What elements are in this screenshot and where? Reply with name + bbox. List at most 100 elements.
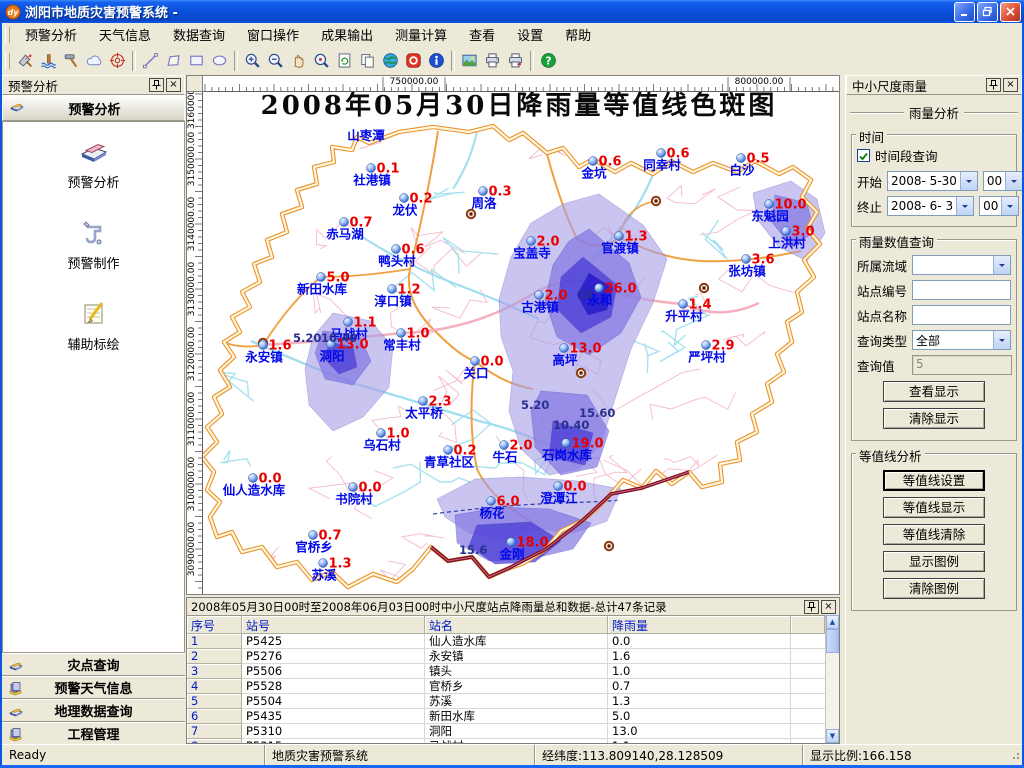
table-row[interactable]: 6P5435新田水库5.0 [187,709,825,724]
menu-bar: 预警分析天气信息数据查询窗口操作成果输出测量计算查看设置帮助 [2,23,1022,47]
menu-item[interactable]: 成果输出 [310,23,384,46]
close-icon[interactable]: × [821,600,836,614]
export-image-icon[interactable] [458,50,481,72]
menu-item[interactable]: 测量计算 [384,23,458,46]
time-group-label: 时间 [856,127,887,146]
end-hour-combo[interactable]: 00 [979,196,1019,216]
table-row[interactable]: 7P5310洞阳13.0 [187,724,825,739]
copy-icon[interactable] [356,50,379,72]
station-id-input[interactable] [912,280,1011,300]
table-cell: P5310 [242,724,425,739]
basin-combo[interactable] [912,255,1011,275]
stop-icon[interactable] [402,50,425,72]
column-header[interactable]: 降雨量 [608,616,791,634]
table-row[interactable]: 4P5528官桥乡0.7 [187,679,825,694]
menu-item[interactable]: 预警分析 [14,23,88,46]
warning-analysis-icon[interactable] [14,50,37,72]
left-panel-group-header[interactable]: 预警分析 [2,95,185,121]
menu-item[interactable]: 窗口操作 [236,23,310,46]
globe-icon[interactable] [379,50,402,72]
chevron-down-icon[interactable] [993,256,1010,274]
clear-display-button[interactable]: 清除显示 [883,408,985,429]
contour-group-label: 等值线分析 [856,446,925,465]
help-icon[interactable]: ? [537,50,560,72]
table-row[interactable]: 2P5276永安镇1.6 [187,649,825,664]
start-hour-combo[interactable]: 00 [983,171,1023,191]
print-preview-icon[interactable] [504,50,527,72]
toolbar-grip[interactable] [5,53,10,69]
toolbar-separator [132,51,136,71]
info-icon[interactable] [425,50,448,72]
minimize-button[interactable] [954,2,975,22]
menu-item[interactable]: 查看 [458,23,506,46]
resize-grip[interactable] [1008,745,1022,765]
chevron-down-icon[interactable] [1001,197,1018,215]
left-tool-item[interactable]: 预警分析 [39,136,149,191]
table-row[interactable]: 5P5504苏溪1.3 [187,694,825,709]
time-range-checkbox[interactable] [857,149,870,162]
sidebar-nav-item[interactable]: 地理数据查询 [2,699,185,722]
row-number-cell: 4 [187,679,242,694]
map-canvas[interactable]: 0.1社港镇0.3周洛0.6金坑0.6同幸村0.5白沙0.2龙伏0.7赤马湖0.… [203,92,839,594]
start-date-combo[interactable]: 2008- 5-30 [887,171,978,191]
show-display-button[interactable]: 查看显示 [883,381,985,402]
water-station-icon[interactable] [37,50,60,72]
svg-text:古港镇: 古港镇 [521,300,559,315]
table-scrollbar[interactable]: ▲ ▼ [825,615,839,743]
contour-button-3[interactable]: 等值线清除 [883,524,985,545]
chevron-down-icon[interactable] [1005,172,1022,190]
pin-icon[interactable] [149,78,164,92]
zoom-in-icon[interactable] [241,50,264,72]
scroll-up-icon[interactable]: ▲ [826,615,839,629]
close-icon[interactable]: × [1003,78,1018,92]
contour-button-5[interactable]: 清除图例 [883,578,985,599]
contour-button-4[interactable]: 显示图例 [883,551,985,572]
sidebar-nav-item[interactable]: 预警天气信息 [2,676,185,699]
menu-item[interactable]: 设置 [506,23,554,46]
contour-button-2[interactable]: 等值线显示 [883,497,985,518]
refresh-icon[interactable] [333,50,356,72]
column-header[interactable]: 站名 [425,616,608,634]
menu-grip[interactable] [5,27,10,43]
column-header[interactable]: 序号 [187,616,242,634]
left-tool-item[interactable]: 预警制作 [39,217,149,272]
hammer-icon[interactable] [60,50,83,72]
table-row[interactable]: 1P5425仙人造水库0.0 [187,634,825,649]
print-icon[interactable] [481,50,504,72]
line-tool-icon[interactable] [139,50,162,72]
zoom-center-icon[interactable] [310,50,333,72]
pin-icon[interactable] [986,78,1001,92]
chevron-down-icon[interactable] [960,172,977,190]
table-cell-filler [791,739,825,743]
zoom-out-icon[interactable] [264,50,287,72]
pin-icon[interactable] [804,600,819,614]
end-date-combo[interactable]: 2008- 6- 3 [887,196,974,216]
query-type-combo[interactable]: 全部 [912,330,1011,350]
ellipse-tool-icon[interactable] [208,50,231,72]
scroll-down-icon[interactable]: ▼ [826,729,839,743]
chevron-down-icon[interactable] [956,197,973,215]
close-icon[interactable]: × [166,78,181,92]
column-header[interactable]: 站号 [242,616,425,634]
menu-item[interactable]: 数据查询 [162,23,236,46]
pan-icon[interactable] [287,50,310,72]
menu-item[interactable]: 帮助 [554,23,602,46]
rectangle-tool-icon[interactable] [185,50,208,72]
sidebar-nav-item[interactable]: 灾点查询 [2,653,185,676]
polygon-tool-icon[interactable] [162,50,185,72]
sidebar-nav-item[interactable]: 工程管理 [2,722,185,745]
table-row[interactable]: 8P5315马战村1.1 [187,739,825,743]
station-name-input[interactable] [912,305,1011,325]
close-button[interactable] [1000,2,1021,22]
scroll-thumb[interactable] [826,629,839,653]
table-cell: 官桥乡 [425,679,608,694]
cloud-icon[interactable] [83,50,106,72]
menu-item[interactable]: 天气信息 [88,23,162,46]
left-tool-item[interactable]: 辅助标绘 [39,298,149,353]
table-row[interactable]: 3P5506镇头1.0 [187,664,825,679]
restore-button[interactable] [977,2,998,22]
locate-target-icon[interactable] [106,50,129,72]
svg-text:3160000: 3160000 [187,92,197,129]
chevron-down-icon[interactable] [993,331,1010,349]
contour-button-1[interactable]: 等值线设置 [883,470,985,491]
